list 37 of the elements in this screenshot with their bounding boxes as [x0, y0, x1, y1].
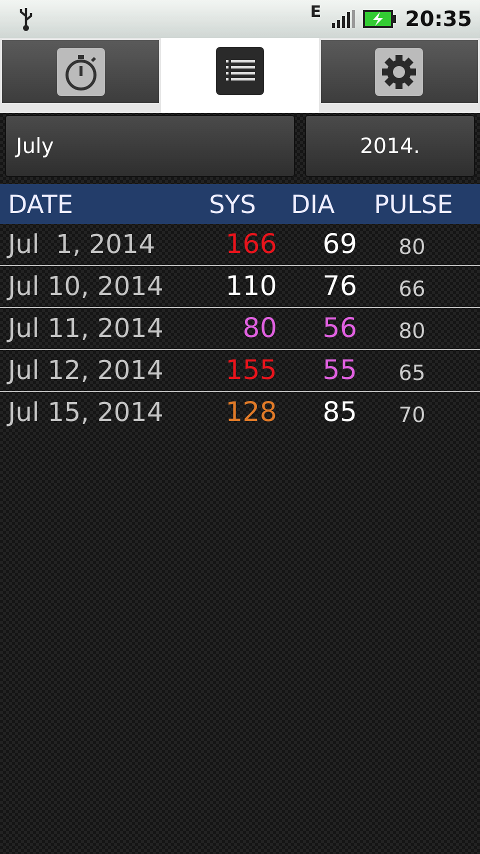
month-selector[interactable]: July: [5, 115, 295, 177]
pulse-value: 66: [398, 276, 426, 300]
usb-icon: [18, 6, 34, 32]
tab[interactable]: [320, 40, 478, 103]
diastolic-value: 56: [322, 313, 357, 344]
date-cell-text: Jul 1, 2014: [6, 230, 156, 260]
column-header: DIA: [290, 190, 336, 218]
pulse-value: 65: [398, 360, 426, 384]
date-cell-text: Jul 10, 2014: [6, 272, 164, 302]
list-icon: [216, 47, 264, 95]
pulse-value: 80: [398, 318, 426, 342]
diastolic-value: 76: [322, 271, 357, 302]
signal-icon: [331, 9, 358, 29]
network-type: E: [310, 2, 322, 21]
systolic-value: 155: [224, 355, 277, 386]
year-selector[interactable]: 2014.: [305, 115, 475, 177]
pulse-value: 70: [398, 402, 426, 426]
tab[interactable]: [161, 38, 319, 113]
column-header: PULSE: [373, 190, 454, 218]
systolic-value: 80: [242, 313, 277, 344]
date-cell-text: Jul 12, 2014: [6, 356, 164, 386]
diastolic-value: 55: [322, 355, 357, 386]
systolic-value: 166: [224, 229, 277, 260]
column-header: DATE: [7, 190, 74, 218]
systolic-value: 128: [224, 397, 277, 428]
battery-icon: [363, 9, 398, 29]
diastolic-value: 85: [322, 397, 357, 428]
date-cell-text: Jul 11, 2014: [6, 314, 164, 344]
column-header: SYS: [208, 190, 258, 218]
pulse-value: 80: [398, 234, 426, 258]
settings-icon: [375, 48, 424, 96]
diastolic-value: 69: [322, 229, 357, 260]
clock-time: 20:35: [405, 7, 472, 31]
date-cell-text: Jul 15, 2014: [6, 398, 164, 428]
tab[interactable]: [2, 40, 160, 103]
stopwatch-icon: [56, 48, 105, 96]
systolic-value: 110: [224, 271, 277, 302]
